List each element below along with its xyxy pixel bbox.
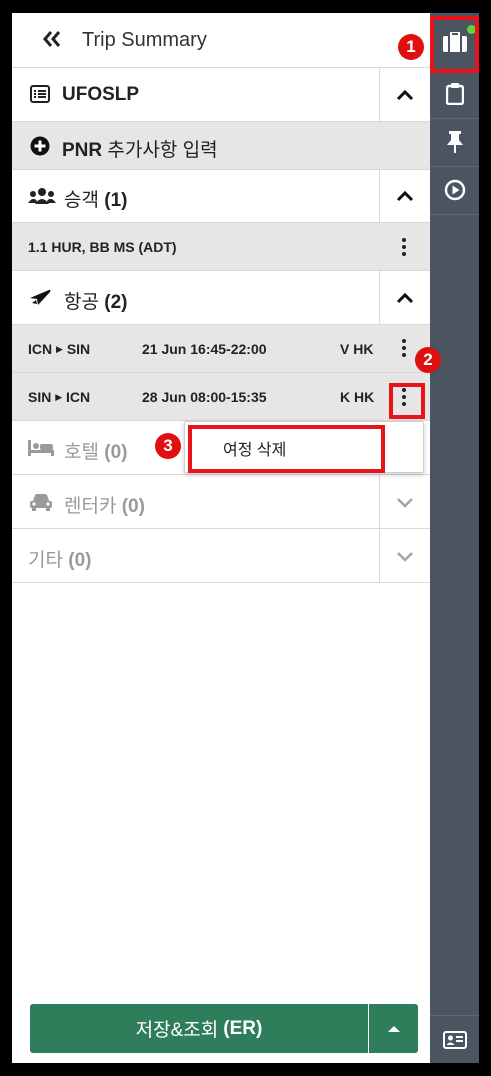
collapse-double-chevron-icon[interactable] bbox=[42, 28, 62, 55]
segment-origin: ICN bbox=[28, 341, 53, 357]
segment-destination: ICN bbox=[66, 389, 91, 405]
highlight-box-more bbox=[389, 383, 425, 419]
save-code: (ER) bbox=[223, 1017, 263, 1039]
airplane-icon bbox=[29, 287, 51, 312]
hotel-label: 호텔 bbox=[64, 442, 99, 463]
rail-pin-button[interactable] bbox=[430, 118, 479, 167]
rail-play-button[interactable] bbox=[430, 166, 479, 215]
save-label: 저장&조회 bbox=[135, 1020, 219, 1041]
play-circle-icon bbox=[444, 179, 465, 201]
air-segment-row[interactable]: SIN ▶ ICN 28 Jun 08:00-15:35 K HK bbox=[12, 373, 430, 421]
car-section-header[interactable]: 렌터카 (0) bbox=[12, 475, 430, 529]
pnr-add-label-text: 추가사항 입력 bbox=[107, 140, 218, 161]
passenger-more-icon[interactable] bbox=[397, 235, 411, 259]
passenger-item[interactable]: 1.1 HUR, BB MS (ADT) bbox=[12, 223, 430, 271]
pnr-row[interactable]: UFOSLP bbox=[12, 68, 430, 122]
caret-right-icon: ▶ bbox=[55, 392, 63, 402]
other-expand-toggle[interactable] bbox=[379, 529, 430, 582]
callout-badge-3: 3 bbox=[155, 433, 181, 459]
other-section-header[interactable]: 기타 (0) bbox=[12, 529, 430, 583]
air-collapse-toggle[interactable] bbox=[379, 271, 430, 324]
pnr-add-label: PNR 추가사항 입력 bbox=[62, 135, 218, 162]
segment-more-icon[interactable] bbox=[397, 336, 411, 360]
rail-id-card-button[interactable] bbox=[430, 1015, 479, 1063]
passenger-name: 1.1 HUR, BB MS (ADT) bbox=[28, 239, 177, 255]
segment-datetime: 21 Jun 16:45-22:00 bbox=[142, 341, 267, 357]
car-label: 렌터카 bbox=[64, 496, 117, 517]
chevron-up-icon bbox=[396, 89, 414, 100]
save-options-button[interactable] bbox=[369, 1004, 418, 1053]
chevron-down-icon bbox=[397, 551, 413, 562]
passengers-collapse-toggle[interactable] bbox=[379, 170, 430, 222]
right-icon-rail bbox=[430, 13, 479, 1063]
caret-up-icon bbox=[387, 1025, 400, 1032]
list-box-icon bbox=[30, 85, 50, 108]
segment-status: V HK bbox=[340, 341, 374, 357]
save-retrieve-button[interactable]: 저장&조회 (ER) bbox=[30, 1004, 368, 1053]
air-section-header[interactable]: 항공 (2) bbox=[12, 271, 430, 325]
id-card-icon bbox=[442, 1031, 467, 1049]
other-count: (0) bbox=[68, 550, 92, 571]
air-label: 항공 bbox=[64, 292, 99, 313]
bed-icon bbox=[28, 440, 54, 461]
callout-badge-2: 2 bbox=[415, 347, 441, 373]
chevron-up-icon bbox=[396, 190, 414, 202]
users-icon bbox=[28, 187, 56, 210]
page-title: Trip Summary bbox=[82, 29, 207, 51]
highlight-box-delete bbox=[188, 425, 385, 473]
callout-badge-1: 1 bbox=[398, 34, 424, 60]
segment-datetime: 28 Jun 08:00-15:35 bbox=[142, 389, 267, 405]
panel-header: Trip Summary bbox=[12, 13, 430, 68]
clipboard-icon bbox=[445, 83, 464, 105]
air-count: (2) bbox=[104, 292, 128, 313]
app-frame: Trip Summary UFOSLP PNR 추가사항 입력 승객 (1) 1… bbox=[12, 13, 479, 1063]
segment-origin: SIN bbox=[28, 389, 52, 405]
rail-clipboard-button[interactable] bbox=[430, 70, 479, 119]
plus-circle-icon bbox=[30, 136, 50, 161]
other-label: 기타 bbox=[28, 550, 63, 571]
caret-right-icon: ▶ bbox=[56, 344, 63, 354]
trip-summary-panel: Trip Summary UFOSLP PNR 추가사항 입력 승객 (1) 1… bbox=[12, 13, 430, 1063]
passengers-section-header[interactable]: 승객 (1) bbox=[12, 170, 430, 223]
pnr-add-row[interactable]: PNR 추가사항 입력 bbox=[12, 122, 430, 170]
chevron-up-icon bbox=[396, 292, 414, 303]
segment-status: K HK bbox=[340, 389, 375, 405]
air-segment-row[interactable]: ICN ▶ SIN 21 Jun 16:45-22:00 V HK bbox=[12, 325, 430, 373]
hotel-count: (0) bbox=[104, 442, 128, 463]
pnr-code: UFOSLP bbox=[62, 84, 140, 105]
chevron-down-icon bbox=[397, 497, 413, 508]
highlight-box-rail bbox=[430, 16, 479, 73]
pnr-collapse-toggle[interactable] bbox=[379, 68, 430, 121]
car-expand-toggle[interactable] bbox=[379, 475, 430, 528]
segment-destination: SIN bbox=[66, 341, 91, 357]
pin-icon bbox=[446, 131, 463, 153]
car-icon bbox=[29, 493, 53, 516]
passengers-count: (1) bbox=[104, 190, 128, 211]
passengers-label: 승객 bbox=[64, 190, 99, 211]
pnr-add-label-bold: PNR bbox=[62, 140, 103, 161]
car-count: (0) bbox=[121, 496, 145, 517]
